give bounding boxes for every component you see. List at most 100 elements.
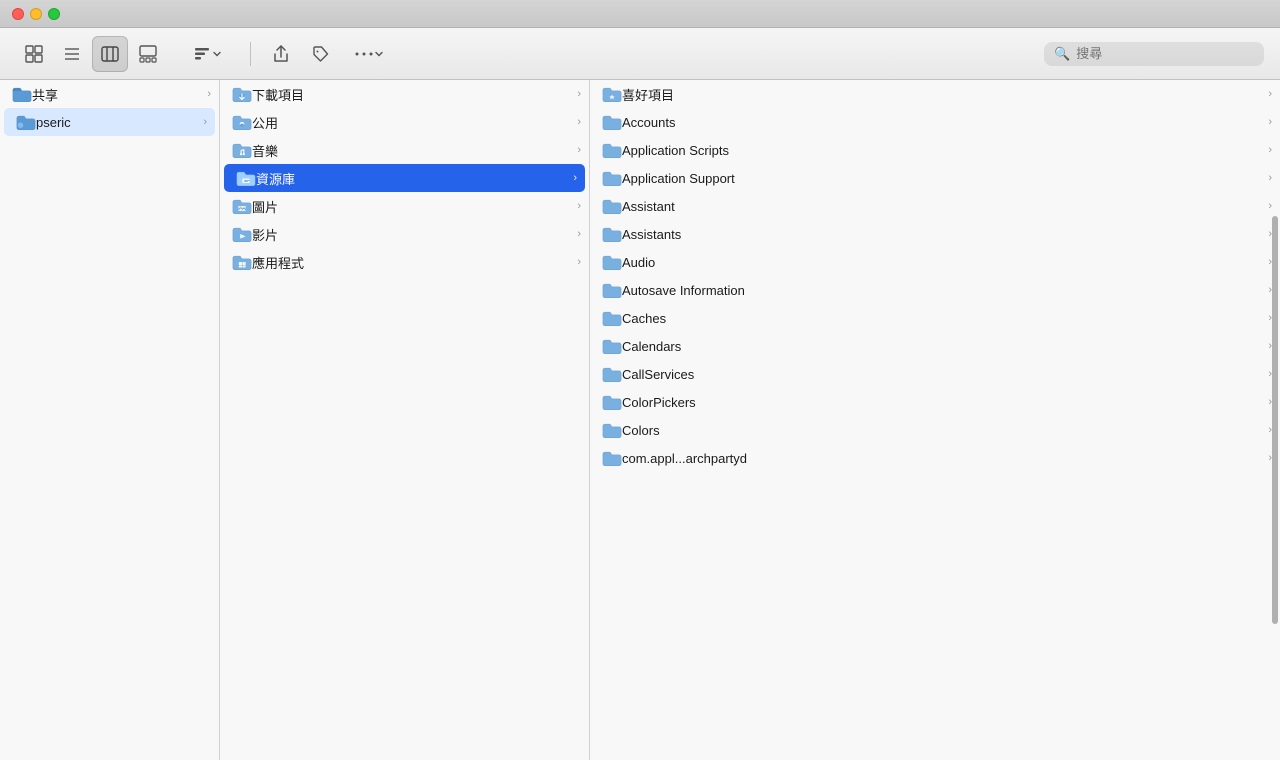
chevron-right-icon: › [577,256,581,268]
column-3: 喜好項目 › Accounts › Application Scripts › … [590,80,1280,760]
row-label: 應用程式 [252,253,573,272]
view-mode-group [16,36,166,72]
row-label: Accounts [622,115,1264,130]
folder-icon [602,142,622,159]
more-button[interactable] [343,36,395,72]
list-item[interactable]: ColorPickers › [590,388,1280,416]
share-button[interactable] [263,36,299,72]
search-input[interactable] [1076,46,1254,61]
row-label: Assistant [622,199,1264,214]
folder-icon [232,226,252,243]
search-bar[interactable]: 🔍 [1044,42,1264,66]
row-label: CallServices [622,367,1264,382]
folder-icon [232,254,252,271]
titlebar [0,0,1280,28]
folder-icon [602,366,622,383]
row-label: 資源庫 [256,169,569,188]
tags-button[interactable] [303,36,339,72]
folder-icon [232,142,252,159]
row-label: 喜好項目 [622,85,1264,104]
list-item[interactable]: 公用 › [220,108,589,136]
folder-icon [602,198,622,215]
chevron-right-icon: › [203,116,207,128]
scrollbar[interactable] [1272,216,1278,624]
gallery-view-button[interactable] [130,36,166,72]
folder-icon [602,422,622,439]
folder-icon [602,86,622,103]
row-label: 共享 [32,85,203,104]
list-item[interactable]: 圖片 › [220,192,589,220]
column-view-button[interactable] [92,36,128,72]
row-label: Autosave Information [622,283,1264,298]
row-label: 下載項目 [252,85,573,104]
row-label: 音樂 [252,141,573,160]
list-item[interactable]: Colors › [590,416,1280,444]
folder-icon [232,198,252,215]
row-label: pseric [36,115,199,130]
maximize-button[interactable] [48,8,60,20]
folder-icon [602,310,622,327]
traffic-lights [12,8,60,20]
chevron-right-icon: › [577,116,581,128]
chevron-right-icon: › [1268,144,1272,156]
chevron-right-icon: › [577,144,581,156]
list-item[interactable]: Audio › [590,248,1280,276]
finder-columns: 共享 › pseric › 下載項目 › [0,80,1280,760]
sort-button[interactable] [178,36,238,72]
list-item[interactable]: 喜好項目 › [590,80,1280,108]
toolbar: 🔍 [0,28,1280,80]
list-item[interactable]: Accounts › [590,108,1280,136]
list-item[interactable]: Assistant › [590,192,1280,220]
folder-icon [602,170,622,187]
row-label: Audio [622,255,1264,270]
folder-icon [602,114,622,131]
list-item[interactable]: 下載項目 › [220,80,589,108]
list-item[interactable]: Application Support › [590,164,1280,192]
list-item[interactable]: pseric › [4,108,215,136]
list-item[interactable]: 資源庫 › [224,164,585,192]
list-item[interactable]: Caches › [590,304,1280,332]
list-view-button[interactable] [54,36,90,72]
search-icon: 🔍 [1054,46,1070,62]
folder-icon [602,394,622,411]
list-item[interactable]: 影片 › [220,220,589,248]
folder-icon [16,114,36,131]
column-1: 共享 › pseric › [0,80,220,760]
row-label: 公用 [252,113,573,132]
list-item[interactable]: Autosave Information › [590,276,1280,304]
separator-1 [250,42,251,66]
row-label: Calendars [622,339,1264,354]
chevron-right-icon: › [1268,172,1272,184]
list-item[interactable]: Calendars › [590,332,1280,360]
list-item[interactable]: 共享 › [0,80,219,108]
chevron-right-icon: › [577,200,581,212]
row-label: Caches [622,311,1264,326]
folder-icon [602,338,622,355]
chevron-right-icon: › [573,172,577,184]
folder-icon [602,254,622,271]
folder-icon [602,450,622,467]
chevron-right-icon: › [207,88,211,100]
list-item[interactable]: CallServices › [590,360,1280,388]
folder-icon [232,114,252,131]
chevron-right-icon: › [1268,116,1272,128]
folder-icon [602,282,622,299]
row-label: Application Support [622,171,1264,186]
row-label: Assistants [622,227,1264,242]
icon-view-button[interactable] [16,36,52,72]
minimize-button[interactable] [30,8,42,20]
list-item[interactable]: 應用程式 › [220,248,589,276]
row-label: Application Scripts [622,143,1264,158]
column-2: 下載項目 › 公用 › 音樂 › [220,80,590,760]
chevron-right-icon: › [577,228,581,240]
folder-icon [232,86,252,103]
list-item[interactable]: com.appl...archpartyd › [590,444,1280,472]
row-label: Colors [622,423,1264,438]
folder-icon [236,170,256,187]
folder-icon [602,226,622,243]
list-item[interactable]: Application Scripts › [590,136,1280,164]
close-button[interactable] [12,8,24,20]
row-label: 影片 [252,225,573,244]
list-item[interactable]: 音樂 › [220,136,589,164]
list-item[interactable]: Assistants › [590,220,1280,248]
